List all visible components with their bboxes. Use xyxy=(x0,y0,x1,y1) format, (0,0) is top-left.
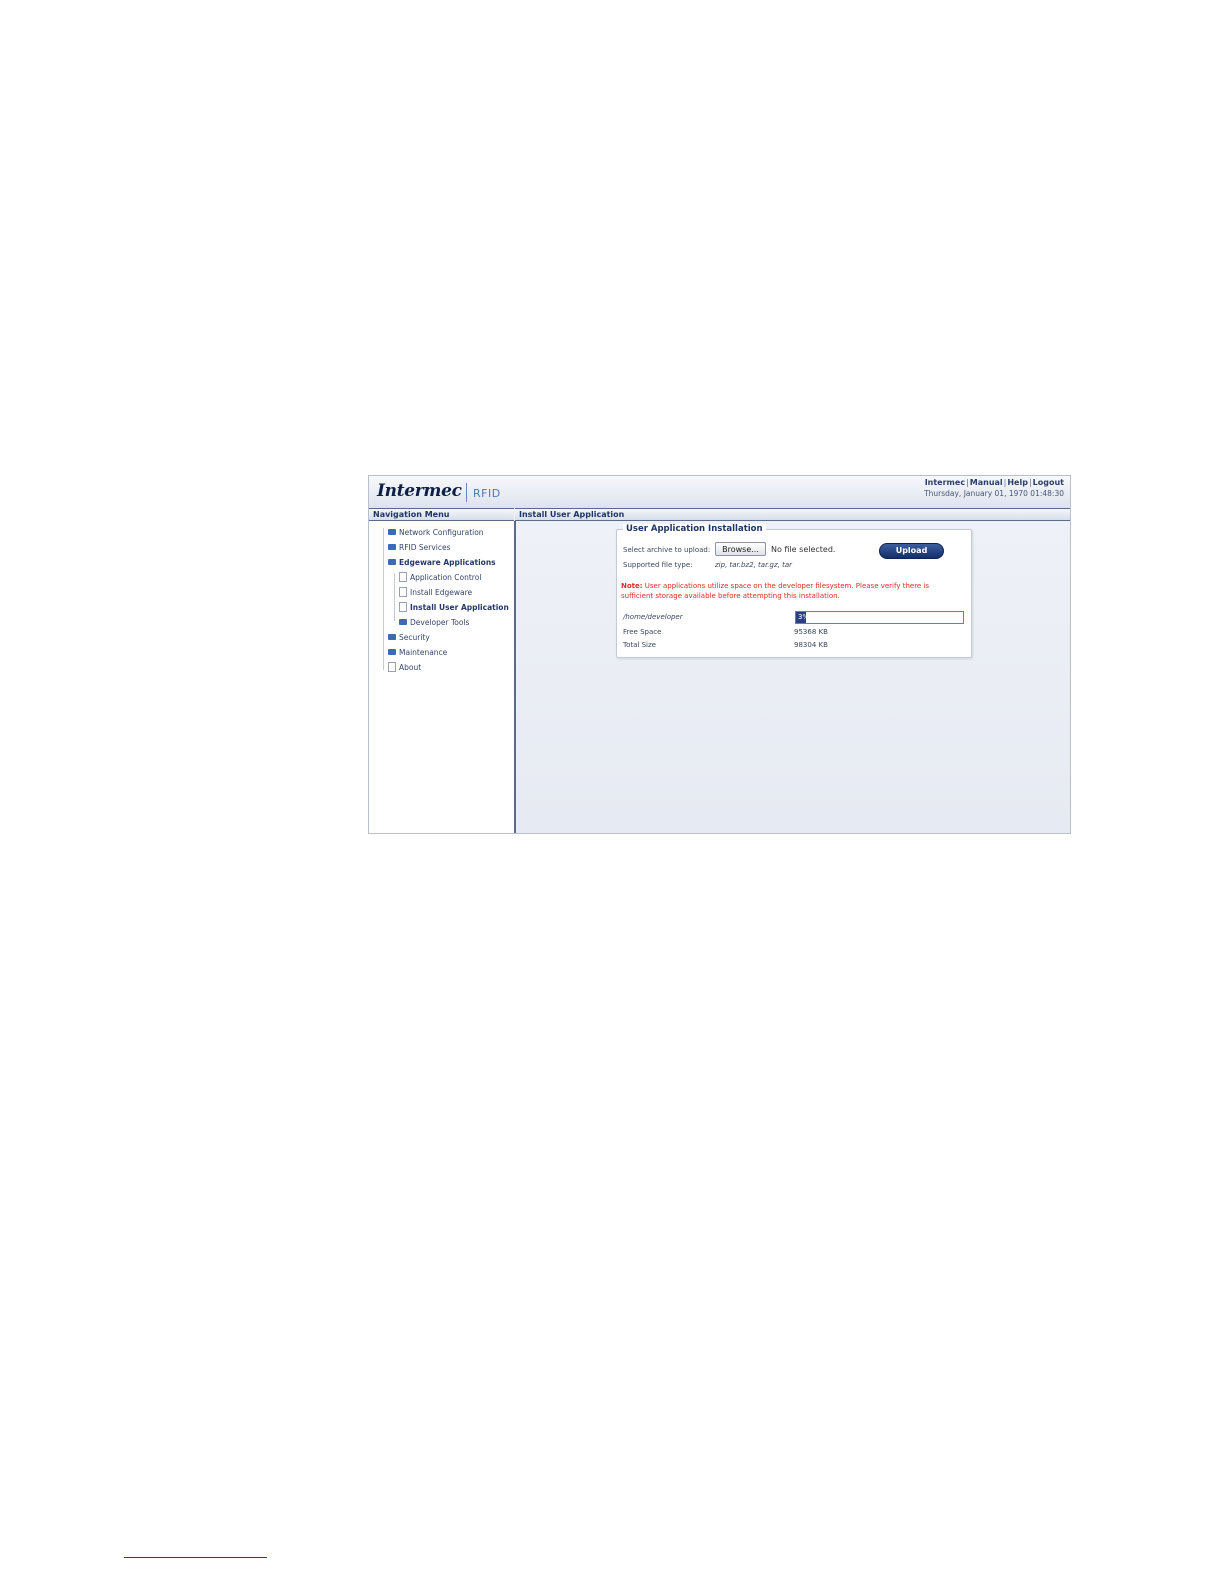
free-space-value: 95368 KB xyxy=(794,628,828,636)
supported-file-types: zip, tar.bz2, tar.gz, tar xyxy=(715,561,793,569)
selected-file-status: No file selected. xyxy=(771,545,836,554)
document-icon xyxy=(399,602,407,612)
nav-item-application-control[interactable]: Application Control xyxy=(399,572,482,583)
folder-icon xyxy=(388,559,396,565)
nav-item-developer-tools[interactable]: Developer Tools xyxy=(399,618,469,627)
select-archive-label: Select archive to upload: xyxy=(623,546,711,554)
current-datetime: Thursday, January 01, 1970 01:48:30 xyxy=(924,489,1064,498)
nav-item-about[interactable]: About xyxy=(388,662,422,673)
nav-item-label: Edgeware Applications xyxy=(399,558,496,567)
nav-item-label: Maintenance xyxy=(399,648,448,657)
page-title: Install User Application xyxy=(515,508,1070,521)
link-logout[interactable]: Logout xyxy=(1033,478,1064,487)
navigation-menu: Network Configuration RFID Services Edge… xyxy=(369,521,516,833)
nav-menu-title: Navigation Menu xyxy=(369,508,514,521)
top-links: Intermec|Manual|Help|Logout xyxy=(925,478,1064,487)
nav-item-label: Security xyxy=(399,633,430,642)
file-type-label: Supported file type: xyxy=(623,561,693,569)
tree-line xyxy=(394,573,395,621)
total-size-label: Total Size xyxy=(623,641,656,649)
link-separator: | xyxy=(1028,478,1032,487)
folder-icon xyxy=(388,634,396,640)
nav-item-security[interactable]: Security xyxy=(388,633,430,642)
tree-line xyxy=(383,528,384,670)
note-text: User applications utilize space on the d… xyxy=(621,582,930,600)
nav-item-label: Developer Tools xyxy=(410,618,470,627)
link-help[interactable]: Help xyxy=(1007,478,1028,487)
upload-fieldset: User Application Installation Select arc… xyxy=(616,524,972,658)
folder-icon xyxy=(388,649,396,655)
link-separator: | xyxy=(966,478,969,487)
nav-item-label: Install User Application xyxy=(410,603,509,612)
nav-item-install-edgeware[interactable]: Install Edgeware xyxy=(399,587,473,598)
storage-note: Note: User applications utilize space on… xyxy=(621,581,961,601)
link-separator: | xyxy=(1003,478,1007,487)
disk-usage-percent: 3% xyxy=(798,613,810,621)
browse-button[interactable]: Browse... xyxy=(715,542,766,556)
folder-icon xyxy=(388,529,396,535)
folder-icon xyxy=(388,544,396,550)
browser-screenshot: Intermec RFID Intermec|Manual|Help|Logou… xyxy=(368,475,1071,834)
document-icon xyxy=(399,587,407,597)
filesystem-path: /home/developer xyxy=(623,613,683,621)
nav-item-network-configuration[interactable]: Network Configuration xyxy=(388,528,484,537)
nav-item-maintenance[interactable]: Maintenance xyxy=(388,648,447,657)
main-content: User Application Installation Select arc… xyxy=(516,521,1070,833)
link-intermec[interactable]: Intermec xyxy=(925,478,965,487)
nav-item-label: Network Configuration xyxy=(399,528,484,537)
document-icon xyxy=(399,572,407,582)
nav-item-label: RFID Services xyxy=(399,543,451,552)
free-space-label: Free Space xyxy=(623,628,662,636)
intermec-logo: Intermec xyxy=(377,481,462,501)
fieldset-legend: User Application Installation xyxy=(623,524,766,534)
upload-button[interactable]: Upload xyxy=(879,543,944,559)
nav-item-rfid-services[interactable]: RFID Services xyxy=(388,543,451,552)
nav-item-label: Install Edgeware xyxy=(410,588,473,597)
rfid-logo-text: RFID xyxy=(473,487,501,500)
folder-icon xyxy=(399,619,407,625)
app-header: Intermec RFID Intermec|Manual|Help|Logou… xyxy=(369,476,1070,508)
nav-item-label: Application Control xyxy=(410,573,482,582)
nav-item-install-user-application[interactable]: Install User Application xyxy=(399,602,509,613)
total-size-value: 98304 KB xyxy=(794,641,828,649)
nav-item-edgeware-applications[interactable]: Edgeware Applications xyxy=(388,558,496,567)
disk-usage-bar: 3% xyxy=(795,611,964,624)
note-label: Note: xyxy=(621,582,643,590)
footnote-rule xyxy=(124,1557,267,1558)
link-manual[interactable]: Manual xyxy=(970,478,1003,487)
logo-divider xyxy=(466,483,467,502)
document-icon xyxy=(388,662,396,672)
nav-item-label: About xyxy=(399,663,422,672)
